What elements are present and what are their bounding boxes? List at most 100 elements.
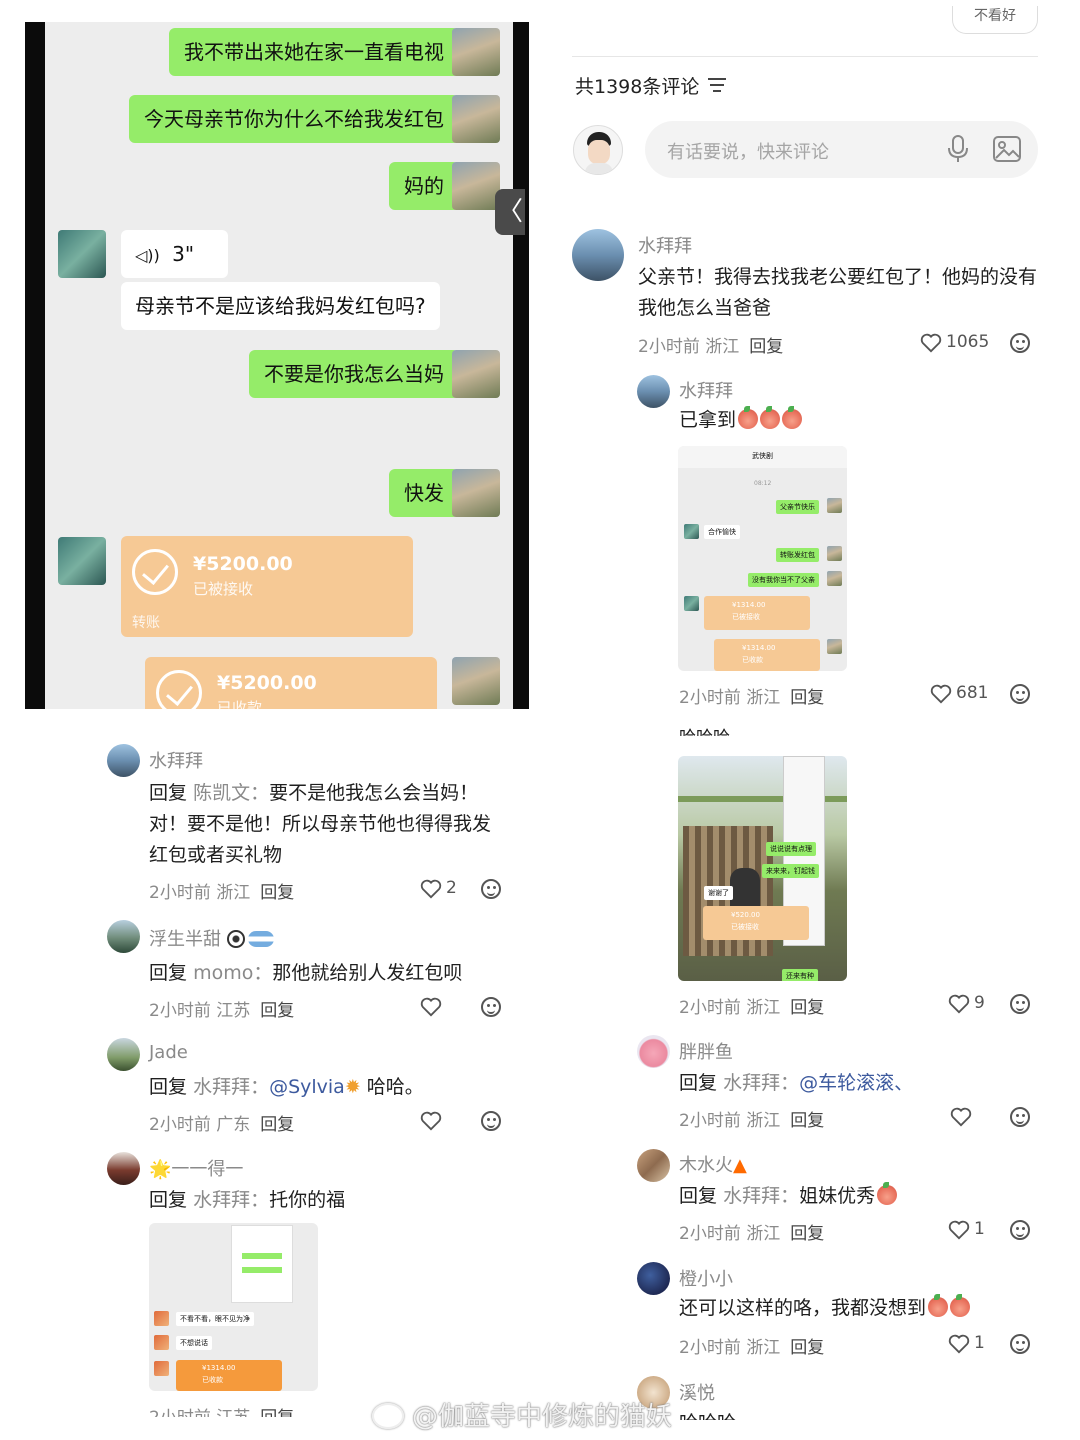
like-heart-icon[interactable] — [420, 997, 442, 1017]
emoji-reaction-icon[interactable] — [1010, 333, 1030, 353]
reply-button[interactable]: 回复 — [790, 1224, 824, 1244]
sender-avatar — [452, 95, 500, 143]
like-heart-icon[interactable] — [930, 684, 952, 704]
like-count: 1 — [974, 1219, 985, 1239]
commenter-name[interactable]: 水拜拜 — [149, 747, 203, 773]
thumb-inner-bubble — [242, 1253, 282, 1259]
emoji-reaction-icon[interactable] — [481, 1111, 501, 1131]
mini-avatar — [154, 1361, 169, 1376]
reply-button[interactable]: 回复 — [260, 1408, 294, 1417]
mini-transfer-amount: ¥1314.00 — [742, 644, 776, 652]
comment-input[interactable]: 有话要说，快来评论 — [645, 121, 1038, 178]
comment-meta: 2小时前 浙江 回复 — [638, 332, 783, 357]
sort-icon[interactable] — [708, 77, 726, 93]
comment-line: 回复 陈凯文：要不是他我怎么会当妈！ — [149, 778, 509, 809]
comment-image-photo[interactable]: 说说说有点理 来来来，钉起钱 谢谢了 ¥520.00 已被接收 还来有种 — [678, 756, 847, 981]
commenter-avatar[interactable] — [107, 1038, 140, 1071]
collapse-handle[interactable]: 〈 — [495, 189, 525, 235]
like-heart-icon[interactable] — [420, 879, 442, 899]
reply-button[interactable]: 回复 — [790, 998, 824, 1018]
commenter-avatar[interactable] — [107, 1152, 140, 1185]
like-heart-icon[interactable] — [950, 1107, 972, 1127]
commenter-avatar[interactable] — [637, 375, 670, 408]
emoji-reaction-icon[interactable] — [481, 879, 501, 899]
mini-bubble-sent: 说说说有点理 — [766, 842, 816, 856]
comment-text-body: 那他就给别人发红包呗 — [272, 962, 463, 984]
transfer-card[interactable]: ¥5200.00 已收款 — [145, 657, 437, 709]
mini-transfer: ¥1314.00 已被接收 — [704, 596, 810, 630]
comment-time: 2小时前 浙江 — [679, 688, 781, 708]
comment-time: 2小时前 浙江 — [679, 1338, 781, 1358]
mini-transfer-amount: ¥1314.00 — [202, 1364, 236, 1372]
like-heart-icon[interactable] — [420, 1111, 442, 1131]
commenter-name[interactable]: 🌟一一得一 — [149, 1155, 243, 1181]
commenter-avatar[interactable] — [637, 1262, 670, 1295]
comment-image-chat-screenshot[interactable]: 武侠剧 08:12 父亲节快乐 合作愉快 转账发红包 没有我你当不了父亲 ¥13… — [678, 446, 847, 671]
like-heart-icon[interactable] — [948, 1334, 970, 1354]
like-count: 1 — [974, 1333, 985, 1353]
like-heart-icon[interactable] — [920, 333, 942, 353]
mini-bubble-sent: 转账发红包 — [776, 548, 819, 562]
commenter-name[interactable]: 胖胖鱼 — [679, 1038, 733, 1064]
emoji-reaction-icon[interactable] — [1010, 1334, 1030, 1354]
reply-button[interactable]: 回复 — [790, 1111, 824, 1131]
reply-target[interactable]: 水拜拜： — [193, 1076, 269, 1098]
reply-target[interactable]: 水拜拜： — [723, 1185, 799, 1207]
comment-text: 回复 水拜拜：@Sylvia✹ 哈哈。 — [149, 1072, 424, 1103]
reply-target[interactable]: 水拜拜： — [193, 1189, 269, 1211]
reply-button[interactable]: 回复 — [790, 1338, 824, 1358]
mini-transfer: ¥1314.00 已收款 — [176, 1360, 282, 1391]
comment-image-chat-screenshot[interactable]: 不看不看，眼不见为净 不想说话 ¥1314.00 已收款 — [149, 1223, 318, 1391]
reply-button[interactable]: 回复 — [790, 688, 824, 708]
commenter-name[interactable]: 水拜拜 — [679, 377, 733, 403]
reply-button[interactable]: 回复 — [260, 883, 294, 903]
sender-avatar — [452, 469, 500, 517]
emoji-reaction-icon[interactable] — [1010, 1107, 1030, 1127]
comment-line: 对！要不是他！所以母亲节他也得得我发 — [149, 813, 492, 835]
reply-target[interactable]: 陈凯文： — [193, 782, 269, 804]
reply-target[interactable]: 水拜拜： — [723, 1072, 799, 1094]
commenter-name[interactable]: 木水火▲ — [679, 1151, 747, 1177]
commenter-avatar[interactable] — [637, 1149, 670, 1182]
receiver-avatar — [58, 230, 106, 278]
my-avatar — [573, 125, 623, 175]
thumb-inner-screenshot — [231, 1225, 293, 1303]
comment-line: 红包或者买礼物 — [149, 844, 283, 866]
voice-message[interactable]: ◁)) 3" — [121, 230, 228, 278]
peach-emoji-icon — [928, 1294, 949, 1317]
emoji-reaction-icon[interactable] — [481, 997, 501, 1017]
mention-link[interactable]: @车轮滚滚、 — [799, 1072, 913, 1094]
fire-icon: ▲ — [733, 1155, 747, 1176]
commenter-avatar[interactable] — [107, 920, 140, 953]
comment-time: 2小时前 广东 — [149, 1115, 251, 1135]
reply-button[interactable]: 回复 — [260, 1115, 294, 1135]
mini-avatar — [827, 546, 842, 561]
top-badge[interactable]: 不看好 — [952, 6, 1038, 34]
reply-button[interactable]: 回复 — [260, 1001, 294, 1021]
mention-link[interactable]: @Sylvia — [269, 1076, 345, 1098]
commenter-name[interactable]: 浮生半甜 — [149, 925, 274, 951]
sender-avatar — [452, 28, 500, 76]
commenter-name[interactable]: 橙小小 — [679, 1265, 733, 1291]
image-icon[interactable] — [993, 136, 1021, 162]
emoji-reaction-icon[interactable] — [1010, 684, 1030, 704]
commenter-name[interactable]: 溪悦 — [679, 1379, 715, 1405]
comment-meta: 2小时前 浙江 回复 — [679, 993, 824, 1018]
reply-target[interactable]: momo： — [193, 962, 272, 984]
emoji-reaction-icon[interactable] — [1010, 994, 1030, 1014]
commenter-avatar[interactable] — [572, 229, 624, 281]
reply-prefix: 回复 — [149, 962, 188, 984]
comment-meta: 2小时前 江苏 回复 — [149, 1403, 294, 1417]
commenter-avatar[interactable] — [107, 744, 140, 777]
commenter-name[interactable]: Jade — [149, 1042, 188, 1063]
microphone-icon[interactable] — [947, 134, 969, 164]
reply-button[interactable]: 回复 — [749, 337, 783, 357]
like-heart-icon[interactable] — [948, 1220, 970, 1240]
like-heart-icon[interactable] — [948, 994, 970, 1014]
emoji-reaction-icon[interactable] — [1010, 1220, 1030, 1240]
mini-avatar — [684, 524, 699, 539]
mini-bubble-received: 谢谢了 — [704, 886, 733, 900]
commenter-avatar[interactable] — [637, 1035, 670, 1068]
transfer-card[interactable]: ¥5200.00 已被接收 转账 — [121, 536, 413, 637]
commenter-name[interactable]: 水拜拜 — [638, 232, 692, 258]
